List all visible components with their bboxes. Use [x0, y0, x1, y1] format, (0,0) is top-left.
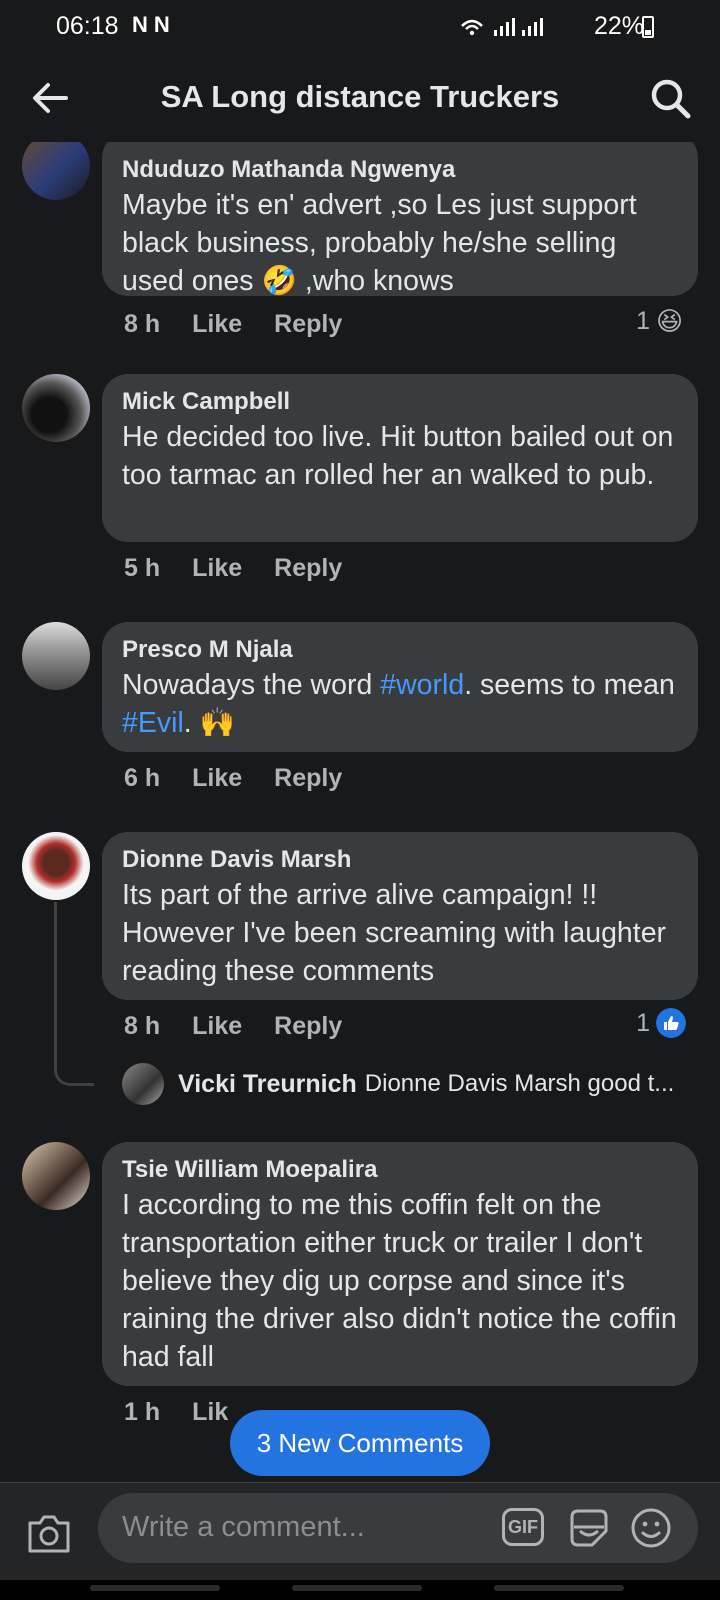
comment-input[interactable]: Write a comment... GIF [98, 1493, 698, 1563]
comment-bubble[interactable]: Presco M Njala Nowadays the word #world.… [102, 622, 698, 752]
avatar [122, 1063, 164, 1105]
signal-icon [461, 18, 543, 36]
new-comments-button[interactable]: 3 New Comments [230, 1410, 490, 1476]
comment-time: 8 h [124, 1012, 161, 1040]
comment-actions: 6 h Like Reply [124, 764, 374, 793]
comment-time: 8 h [124, 310, 161, 338]
comment-text: He decided too live. Hit button bailed o… [122, 421, 674, 491]
camera-icon[interactable] [26, 1511, 72, 1555]
emoji-icon[interactable] [630, 1507, 672, 1549]
hashtag-link[interactable]: #Evil [122, 707, 184, 739]
comment-actions: 8 h Like Reply [124, 310, 374, 339]
comment-author[interactable]: Presco M Njala [122, 634, 678, 666]
reply-text: Dionne Davis Marsh good t... [364, 1070, 675, 1097]
comment-time: 5 h [124, 554, 161, 582]
emoji: 🙌 [199, 707, 236, 739]
comment-time: 1 h [124, 1398, 161, 1426]
comment-time: 6 h [124, 764, 161, 792]
reaction-count: 1 [636, 1008, 650, 1037]
like-button[interactable]: Like [192, 554, 242, 582]
like-button[interactable]: Like [192, 764, 242, 792]
comment-bubble[interactable]: Tsie William Moepalira I according to me… [102, 1142, 698, 1386]
comment-actions: 5 h Like Reply [124, 554, 374, 583]
search-icon[interactable] [648, 76, 692, 120]
reply-author: Vicki Treurnich [178, 1069, 357, 1098]
avatar[interactable] [22, 832, 90, 900]
comment-bubble[interactable]: Mick Campbell He decided too live. Hit b… [102, 374, 698, 542]
nav-recent-handle[interactable] [90, 1585, 220, 1591]
avatar[interactable] [22, 142, 90, 200]
like-button[interactable]: Like [192, 1012, 242, 1040]
reaction-summary[interactable]: 1 😆 [636, 306, 686, 336]
reaction-summary[interactable]: 1 [636, 1008, 686, 1038]
avatar[interactable] [22, 622, 90, 690]
emoji: 🤣 [261, 265, 297, 297]
comment-text: Its part of the arrive alive campaign! !… [122, 879, 667, 987]
status-bar: 06:18 NN 22% [0, 0, 720, 52]
comment-author[interactable]: Dionne Davis Marsh [122, 844, 678, 876]
battery-icon [642, 16, 654, 38]
comment-text: Nowadays the word #world. seems to mean … [122, 669, 675, 739]
gif-button[interactable]: GIF [502, 1508, 544, 1546]
haha-reaction-icon: 😆 [656, 306, 684, 336]
reply-button[interactable]: Reply [274, 764, 342, 792]
comment-actions: 8 h Like Reply [124, 1012, 374, 1041]
comment-text: I according to me this coffin felt on th… [122, 1189, 677, 1373]
comment-author[interactable]: Nduduzo Mathanda Ngwenya [122, 154, 678, 186]
like-button[interactable]: Lik [192, 1398, 228, 1426]
comment-bubble[interactable]: Dionne Davis Marsh Its part of the arriv… [102, 832, 698, 1000]
reply-preview[interactable]: Vicki Treurnich Dionne Davis Marsh good … [122, 1062, 692, 1106]
comment-composer: Write a comment... GIF [0, 1482, 720, 1580]
hashtag-link[interactable]: #world [380, 669, 464, 701]
page-title: SA Long distance Truckers [160, 79, 560, 114]
reply-button[interactable]: Reply [274, 1012, 342, 1040]
top-bar: SA Long distance Truckers [0, 52, 720, 142]
nav-home-handle[interactable] [292, 1585, 422, 1591]
nav-back-handle[interactable] [494, 1585, 624, 1591]
notification-icons: NN [132, 12, 176, 37]
reply-button[interactable]: Reply [274, 554, 342, 582]
comment-placeholder: Write a comment... [122, 1511, 365, 1543]
comment-bubble[interactable]: Nduduzo Mathanda Ngwenya Maybe it's en' … [102, 142, 698, 297]
like-button[interactable]: Like [192, 310, 242, 338]
avatar[interactable] [22, 1142, 90, 1210]
comments-list: Nduduzo Mathanda Ngwenya Maybe it's en' … [0, 142, 720, 1482]
thread-connector [54, 902, 94, 1086]
battery-percent: 22% [593, 12, 644, 40]
comment-author[interactable]: Mick Campbell [122, 386, 678, 418]
system-nav-bar [0, 1580, 720, 1600]
status-time: 06:18 [56, 12, 119, 40]
reply-button[interactable]: Reply [274, 310, 342, 338]
reaction-count: 1 [636, 306, 650, 335]
comment-author[interactable]: Tsie William Moepalira [122, 1154, 678, 1186]
avatar[interactable] [22, 374, 90, 442]
sticker-icon[interactable] [568, 1507, 610, 1549]
like-reaction-icon [656, 1008, 686, 1038]
comment-text: Maybe it's en' advert ,so Les just suppo… [122, 189, 637, 297]
